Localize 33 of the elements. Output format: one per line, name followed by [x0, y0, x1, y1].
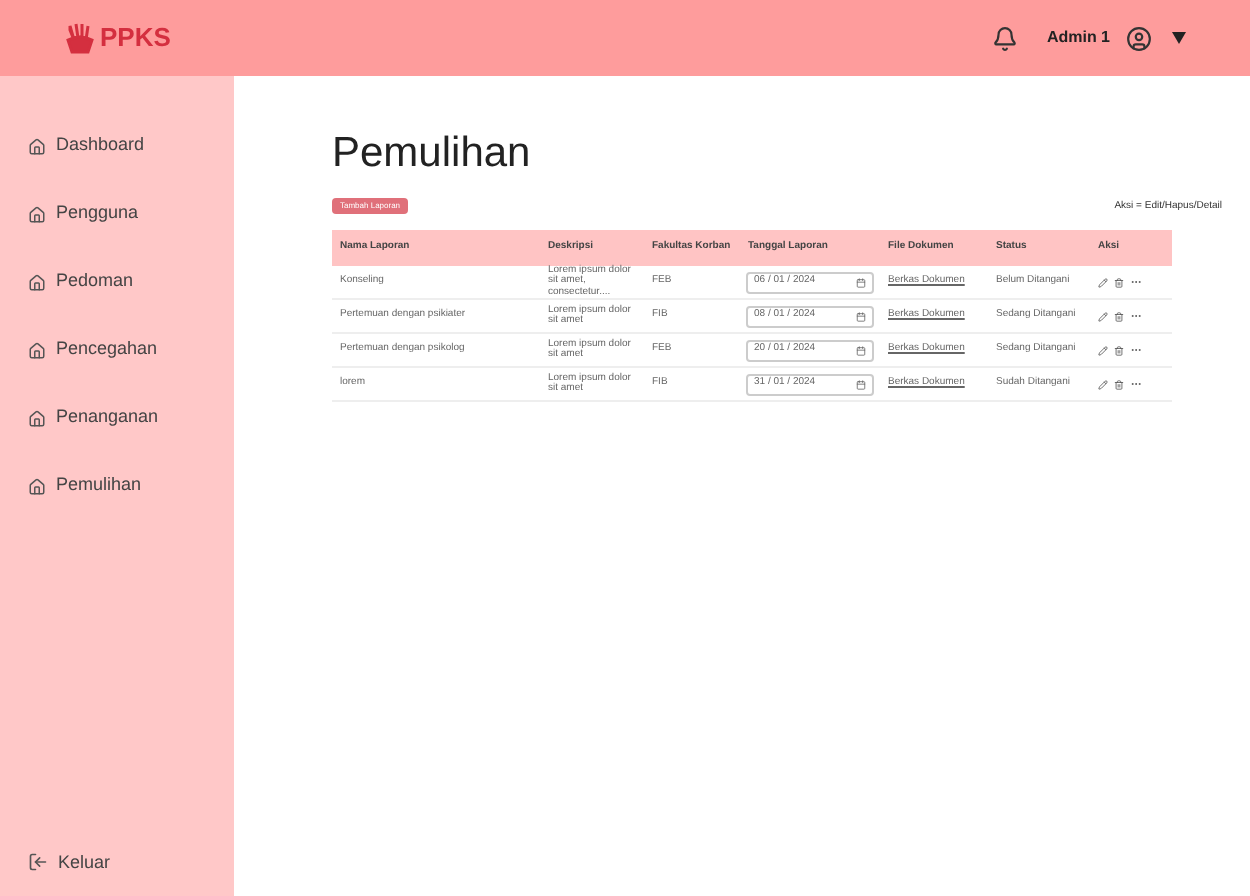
sidebar-item[interactable]: Pedoman — [28, 248, 234, 316]
logo-text: PPKS — [100, 20, 171, 57]
home-icon — [28, 273, 46, 291]
calendar-icon — [856, 311, 866, 321]
hand-logo-icon — [64, 22, 96, 54]
dropdown-caret-icon[interactable] — [1172, 32, 1186, 44]
edit-icon[interactable] — [1098, 277, 1108, 287]
delete-icon[interactable] — [1114, 379, 1124, 389]
edit-icon[interactable] — [1098, 379, 1108, 389]
home-icon — [28, 137, 46, 155]
logout-icon — [28, 852, 48, 873]
edit-icon[interactable] — [1098, 311, 1108, 321]
home-icon — [28, 205, 46, 223]
calendar-icon — [856, 379, 866, 389]
calendar-icon — [856, 345, 866, 355]
logout-item[interactable]: Keluar — [28, 849, 234, 876]
home-icon — [28, 477, 46, 495]
delete-icon[interactable] — [1114, 277, 1124, 287]
sidebar-item[interactable]: Penanganan — [28, 384, 234, 452]
edit-icon[interactable] — [1098, 345, 1108, 355]
user-avatar-icon[interactable] — [1126, 25, 1152, 51]
sidebar-item[interactable]: Pemulihan — [28, 452, 234, 520]
calendar-icon — [856, 277, 866, 287]
sidebar-item[interactable]: Pencegahan — [28, 316, 234, 384]
user-name: Admin 1 — [1046, 26, 1110, 50]
sidebar-item[interactable]: Pengguna — [28, 180, 234, 248]
home-icon — [28, 409, 46, 427]
delete-icon[interactable] — [1114, 345, 1124, 355]
notification-icon[interactable] — [992, 25, 1019, 51]
sidebar-item[interactable]: Dashboard — [28, 112, 234, 180]
page-title: Pemulihan — [332, 132, 531, 174]
delete-icon[interactable] — [1114, 311, 1124, 321]
home-icon — [28, 341, 46, 359]
